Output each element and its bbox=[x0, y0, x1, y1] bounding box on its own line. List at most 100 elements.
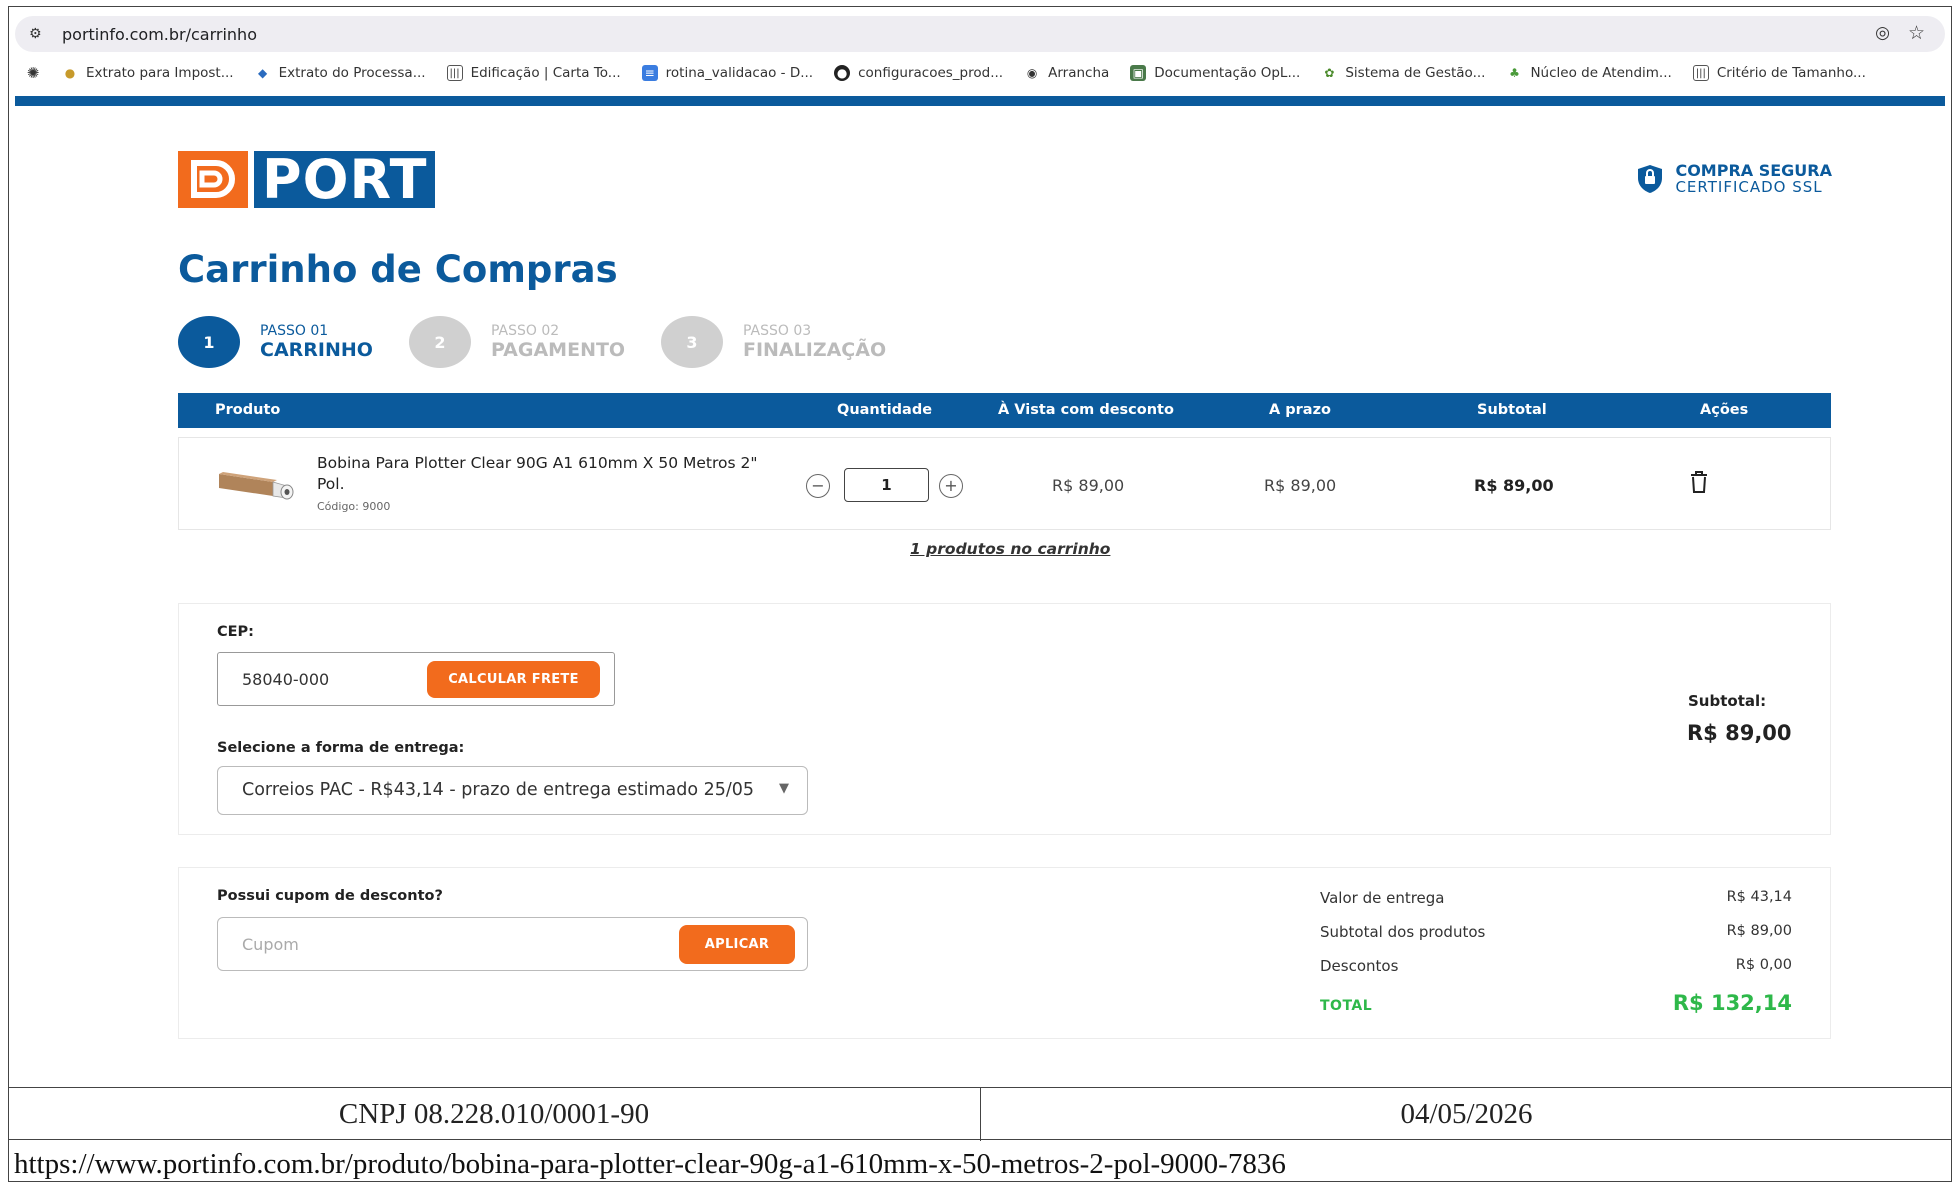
subtotal-value: R$ 89,00 bbox=[1687, 721, 1792, 745]
top-stripe bbox=[15, 96, 1945, 106]
leaf-icon: ✿ bbox=[1324, 66, 1335, 80]
bookmark-item[interactable]: ● configuracoes_prod... bbox=[834, 65, 1003, 81]
people-icon: ♣ bbox=[1509, 66, 1520, 80]
footer-cnpj: CNPJ 08.228.010/0001-90 bbox=[338, 1098, 650, 1130]
step-payment: 2 PASSO 02 PAGAMENTO bbox=[409, 316, 625, 368]
secure-subtitle: CERTIFICADO SSL bbox=[1675, 178, 1823, 196]
footer-info-row: CNPJ 08.228.010/0001-90 04/05/2026 bbox=[8, 1087, 1952, 1141]
bookmark-item[interactable]: ◉ Arrancha bbox=[1024, 65, 1109, 81]
footer-date: 04/05/2026 bbox=[1400, 1098, 1533, 1130]
col-quantity: Quantidade bbox=[837, 402, 933, 418]
trash-icon[interactable] bbox=[1687, 468, 1711, 496]
cart-table-header: Produto Quantidade À Vista com desconto … bbox=[178, 393, 1831, 428]
github-icon: ● bbox=[834, 65, 851, 81]
cep-input[interactable]: 58040-000 bbox=[242, 670, 329, 689]
bookmarks-bar: ✺ ● Extrato para Impost... ◆ Extrato do Pr… bbox=[15, 58, 1945, 88]
step-number: 3 bbox=[661, 316, 723, 368]
eye-slash-icon[interactable]: ◎ bbox=[1875, 23, 1890, 43]
step-finalization: 3 PASSO 03 FINALIZAÇÃO bbox=[661, 316, 886, 368]
subtotal-label: Subtotal: bbox=[1688, 692, 1767, 710]
columns-icon: ||| bbox=[446, 65, 463, 81]
delivery-method-select[interactable]: Correios PAC - R$43,14 - prazo de entreg… bbox=[217, 766, 808, 815]
apply-coupon-button[interactable]: APLICAR bbox=[679, 925, 795, 964]
bookmark-item[interactable]: ▣ Documentação OpL... bbox=[1130, 65, 1300, 81]
bookmark-label: Núcleo de Atendim... bbox=[1530, 65, 1672, 81]
quantity-decrease-button[interactable]: − bbox=[806, 474, 830, 498]
delivery-value: R$ 43,14 bbox=[1726, 889, 1792, 905]
bookmark-label: Edificação | Carta To... bbox=[470, 65, 621, 81]
col-product: Produto bbox=[215, 402, 281, 418]
step-label: PASSO 01 bbox=[260, 323, 329, 339]
globe-icon: ◉ bbox=[1026, 66, 1038, 80]
col-subtotal: Subtotal bbox=[1477, 402, 1547, 418]
step-label: PASSO 02 bbox=[491, 323, 560, 339]
site-settings-icon[interactable]: ⚙︎ bbox=[29, 26, 42, 42]
total-label: TOTAL bbox=[1320, 998, 1373, 1014]
calculate-shipping-button[interactable]: CALCULAR FRETE bbox=[427, 661, 600, 698]
products-subtotal-label: Subtotal dos produtos bbox=[1320, 923, 1486, 941]
page-title: Carrinho de Compras bbox=[178, 248, 618, 291]
step-number: 1 bbox=[178, 316, 240, 368]
col-installment-price: A prazo bbox=[1269, 402, 1331, 418]
address-bar[interactable]: ⚙︎ portinfo.com.br/carrinho ◎ ☆ bbox=[15, 16, 1945, 52]
quantity-increase-button[interactable]: + bbox=[939, 474, 963, 498]
delivery-method-value: Correios PAC - R$43,14 - prazo de entreg… bbox=[242, 780, 755, 800]
delivery-method-label: Selecione a forma de entrega: bbox=[217, 740, 465, 756]
chevron-down-icon: ▼ bbox=[779, 781, 789, 796]
bookmark-star-icon[interactable]: ☆ bbox=[1908, 22, 1925, 44]
shipping-box: CEP: 58040-000 CALCULAR FRETE Selecione … bbox=[178, 603, 1831, 835]
coupon-field[interactable]: Cupom APLICAR bbox=[217, 917, 808, 971]
bookmark-label: Extrato para Impost... bbox=[86, 65, 234, 81]
step-number: 2 bbox=[409, 316, 471, 368]
cart-count-link[interactable]: 1 produtos no carrinho bbox=[910, 540, 1110, 558]
logo[interactable]: PORT bbox=[178, 151, 436, 208]
bookmark-label: Arrancha bbox=[1048, 65, 1110, 81]
product-name[interactable]: Bobina Para Plotter Clear 90G A1 610mm X… bbox=[317, 453, 787, 495]
product-code: Código: 9000 bbox=[317, 500, 391, 513]
products-subtotal-value: R$ 89,00 bbox=[1726, 923, 1792, 939]
bookmark-item[interactable]: ||| Critério de Tamanho... bbox=[1692, 65, 1866, 81]
columns-icon: ||| bbox=[1692, 65, 1709, 81]
logo-text: PORT bbox=[254, 151, 436, 208]
step-label: PASSO 03 bbox=[743, 323, 812, 339]
step-name: PAGAMENTO bbox=[491, 339, 626, 361]
coupon-label: Possui cupom de desconto? bbox=[217, 888, 443, 904]
secure-title: COMPRA SEGURA bbox=[1675, 161, 1832, 180]
delivery-value-label: Valor de entrega bbox=[1320, 889, 1445, 907]
bookmark-item[interactable]: ♣ Núcleo de Atendim... bbox=[1506, 65, 1672, 81]
quantity-input[interactable]: 1 bbox=[844, 468, 929, 502]
bookmark-item[interactable]: ||| Edificação | Carta To... bbox=[446, 65, 621, 81]
col-cash-price: À Vista com desconto bbox=[998, 402, 1174, 418]
process-icon: ◆ bbox=[257, 66, 268, 80]
bookmark-label: rotina_validacao - D... bbox=[665, 65, 814, 81]
bookmark-item[interactable]: ● Extrato para Impost... bbox=[62, 65, 234, 81]
cash-price: R$ 89,00 bbox=[1052, 476, 1125, 495]
openai-icon[interactable]: ✺ bbox=[25, 64, 41, 82]
product-image[interactable] bbox=[217, 460, 297, 506]
step-cart: 1 PASSO 01 CARRINHO bbox=[178, 316, 373, 368]
bookmark-item[interactable]: ≡ rotina_validacao - D... bbox=[641, 65, 814, 81]
cep-field[interactable]: 58040-000 CALCULAR FRETE bbox=[217, 652, 615, 706]
address-url[interactable]: portinfo.com.br/carrinho bbox=[62, 25, 257, 44]
bookmark-label: Extrato do Processa... bbox=[278, 65, 426, 81]
shield-icon bbox=[1638, 165, 1663, 193]
footer-url: https://www.portinfo.com.br/produto/bobi… bbox=[14, 1148, 1286, 1180]
bookmark-label: Sistema de Gestão... bbox=[1345, 65, 1486, 81]
doc-icon: ≡ bbox=[641, 65, 658, 81]
row-subtotal: R$ 89,00 bbox=[1474, 476, 1554, 495]
discount-value: R$ 0,00 bbox=[1735, 957, 1792, 973]
bookmark-label: configuracoes_prod... bbox=[858, 65, 1004, 81]
step-name: FINALIZAÇÃO bbox=[743, 339, 887, 361]
total-value: R$ 132,14 bbox=[1672, 991, 1792, 1015]
table-row: Bobina Para Plotter Clear 90G A1 610mm X… bbox=[178, 437, 1831, 530]
bookmark-label: Documentação OpL... bbox=[1154, 65, 1301, 81]
bookmark-item[interactable]: ◆ Extrato do Processa... bbox=[255, 65, 426, 81]
bookmark-item[interactable]: ✿ Sistema de Gestão... bbox=[1321, 65, 1485, 81]
installment-price: R$ 89,00 bbox=[1264, 476, 1337, 495]
bookmark-label: Critério de Tamanho... bbox=[1716, 65, 1866, 81]
coins-icon: ● bbox=[64, 66, 76, 80]
secure-badge: COMPRA SEGURA CERTIFICADO SSL bbox=[1637, 163, 1832, 195]
discount-label: Descontos bbox=[1320, 957, 1399, 975]
step-name: CARRINHO bbox=[260, 339, 373, 361]
coupon-input[interactable]: Cupom bbox=[242, 935, 299, 954]
